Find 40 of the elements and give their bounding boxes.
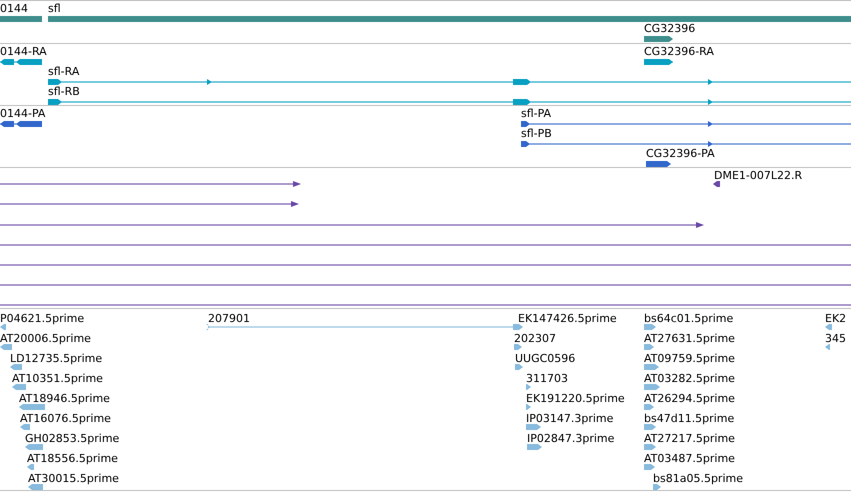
feature-label: CG32396-PA [646,147,715,160]
feature-label: P04621.5prime [0,312,84,325]
feature-label: AT18946.5prime [19,392,110,405]
feature-label: EK191220.5prime [526,392,625,405]
feature-label: AT10351.5prime [12,372,103,385]
feature-label: LD12735.5prime [10,352,102,365]
feature-label: bs64c01.5prime [644,312,734,325]
feature-label: UUGC0596 [515,352,576,365]
feature-label: 0144-PA [0,107,46,120]
feature-label: AT26294.5prime [644,392,735,405]
feature-label: AT30015.5prime [28,472,119,485]
feature-label: bs47d11.5prime [644,412,734,425]
feature-label: 202307 [514,332,556,345]
feature-label: sfl-PB [521,127,552,140]
feature-label: AT27631.5prime [644,332,735,345]
feature-label: AT27217.5prime [644,432,735,445]
feature-label: EK147426.5prime [518,312,617,325]
feature-label: AT09759.5prime [644,352,735,365]
feature-label: 207901 [208,312,250,325]
feature-label: AT16076.5prime [20,412,111,425]
feature-label: GH02853.5prime [25,432,120,445]
feature-label: DME1-007L22.R [714,169,802,182]
feature-label: sfl-PA [521,107,552,120]
feature-label: AT03282.5prime [644,372,735,385]
feature-label: CG32396 [644,22,696,35]
feature-label: 0144 [0,2,28,15]
feature-label: sfl [48,2,61,15]
feature-label: 345 [825,332,846,345]
feature-label: sfl-RA [48,65,80,78]
feature-label: sfl-RB [48,85,80,98]
feature-label: IP03147.3prime [526,412,614,425]
feature-label: CG32396-RA [644,45,714,58]
feature-label: 0144-RA [0,45,47,58]
feature-label: AT03487.5prime [644,452,735,465]
feature-label: EK2 [825,312,846,325]
feature-label: 311703 [526,372,568,385]
feature-label: AT18556.5prime [27,452,118,465]
feature-label: IP02847.3prime [527,432,614,445]
feature-label: AT20006.5prime [0,332,91,345]
feature-label: bs81a05.5prime [653,472,743,485]
